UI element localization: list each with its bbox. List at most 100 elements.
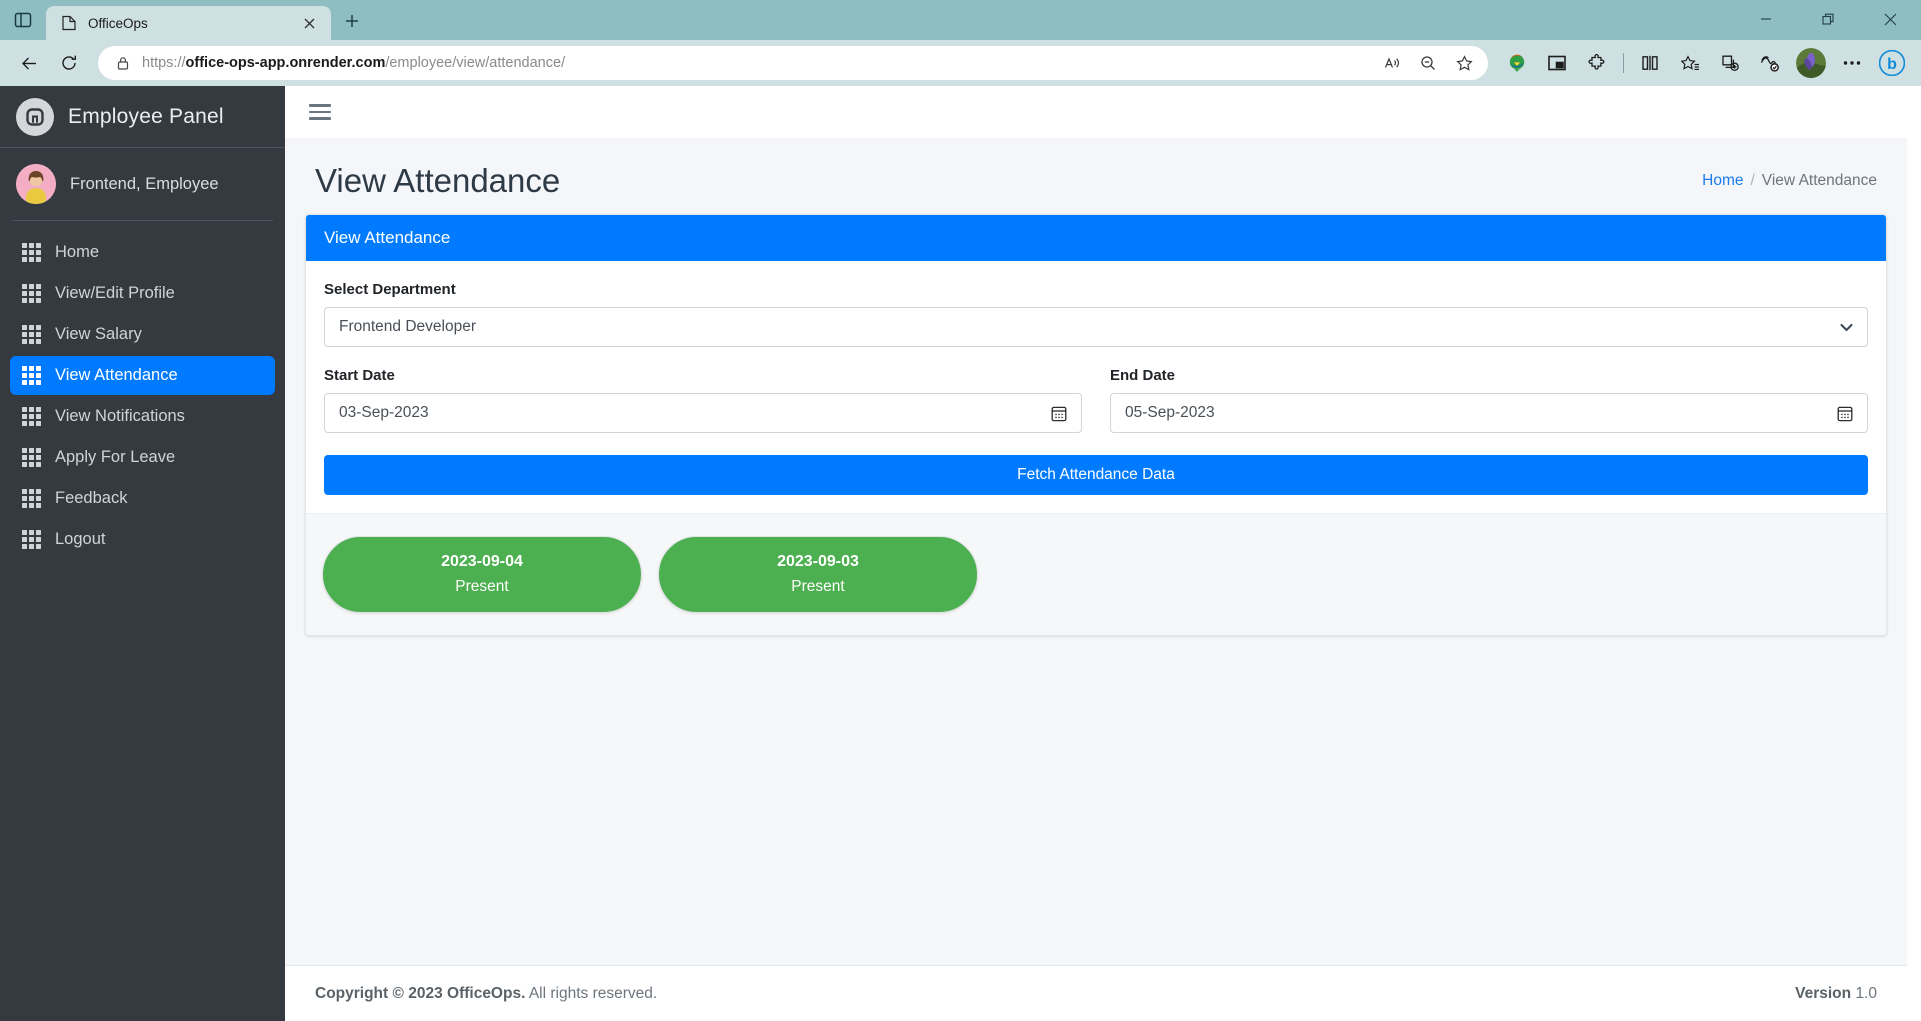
grid-icon xyxy=(22,284,41,303)
date-row: Start Date 03-Sep-2023 End Date 05-Sep-2… xyxy=(324,367,1868,433)
svg-text:b: b xyxy=(1887,56,1897,73)
zoom-out-icon[interactable] xyxy=(1410,48,1446,78)
department-select[interactable]: Frontend Developer xyxy=(324,307,1868,347)
breadcrumb: Home / View Attendance xyxy=(1702,172,1877,190)
attendance-record[interactable]: 2023-09-03 Present xyxy=(658,536,978,613)
reload-icon[interactable] xyxy=(50,46,88,80)
lock-icon xyxy=(112,56,134,70)
read-aloud-icon[interactable] xyxy=(1374,48,1410,78)
breadcrumb-separator: / xyxy=(1750,172,1755,189)
close-icon[interactable] xyxy=(297,11,321,35)
breadcrumb-home-link[interactable]: Home xyxy=(1702,172,1743,190)
end-date-input[interactable]: 05-Sep-2023 xyxy=(1110,393,1868,433)
footer-version-label: Version xyxy=(1795,984,1852,1002)
grid-icon xyxy=(22,366,41,385)
collections-icon[interactable] xyxy=(1711,46,1749,80)
main-content: View Attendance Home / View Attendance V… xyxy=(285,86,1907,1021)
attendance-date: 2023-09-03 xyxy=(777,553,859,570)
sidebar-nav: Home View/Edit Profile View Salary View … xyxy=(0,221,285,571)
extensions-puzzle-icon[interactable] xyxy=(1578,46,1616,80)
sidebar-user-name: Frontend, Employee xyxy=(70,174,219,193)
grid-icon xyxy=(22,530,41,549)
more-options-icon[interactable] xyxy=(1833,46,1871,80)
browser-essentials-icon[interactable] xyxy=(1751,46,1789,80)
favorites-icon[interactable] xyxy=(1671,46,1709,80)
start-date-input[interactable]: 03-Sep-2023 xyxy=(324,393,1082,433)
sidebar-item-logout[interactable]: Logout xyxy=(10,520,275,559)
start-date-value: 03-Sep-2023 xyxy=(339,404,429,421)
attendance-date: 2023-09-04 xyxy=(441,553,523,570)
page-footer: Copyright © 2023 OfficeOps. All rights r… xyxy=(285,965,1907,1021)
attendance-status: Present xyxy=(455,578,509,595)
footer-copyright: Copyright © 2023 OfficeOps. All rights r… xyxy=(315,985,657,1003)
card-wrapper: View Attendance Select Department Fronte… xyxy=(285,214,1907,636)
sidebar-item-view-salary[interactable]: View Salary xyxy=(10,315,275,354)
copilot-icon[interactable]: b xyxy=(1873,46,1911,80)
sidebar-item-label: View/Edit Profile xyxy=(55,284,175,302)
card-title: View Attendance xyxy=(306,215,1886,261)
profile-avatar[interactable] xyxy=(1796,48,1826,78)
fetch-attendance-button[interactable]: Fetch Attendance Data xyxy=(324,455,1868,495)
sidebar-item-label: View Salary xyxy=(55,325,142,343)
sidebar-item-label: View Notifications xyxy=(55,407,185,425)
hamburger-icon[interactable] xyxy=(305,97,335,127)
footer-copyright-strong: Copyright © 2023 OfficeOps. xyxy=(315,984,526,1002)
attendance-status: Present xyxy=(791,578,845,595)
footer-copyright-rest: All rights reserved. xyxy=(528,984,658,1002)
sidebar-item-view-edit-profile[interactable]: View/Edit Profile xyxy=(10,274,275,313)
attendance-results: 2023-09-04 Present 2023-09-03 Present xyxy=(306,513,1886,635)
grid-icon xyxy=(22,407,41,426)
browser-toolbar: https://office-ops-app.onrender.com/empl… xyxy=(0,40,1921,86)
restore-icon[interactable] xyxy=(1797,0,1859,38)
idm-extension-icon[interactable] xyxy=(1498,46,1536,80)
sidebar-item-home[interactable]: Home xyxy=(10,233,275,272)
department-label: Select Department xyxy=(324,281,456,298)
picture-in-picture-icon[interactable] xyxy=(1538,46,1576,80)
split-screen-icon[interactable] xyxy=(1631,46,1669,80)
content-topbar xyxy=(285,86,1907,138)
grid-icon xyxy=(22,489,41,508)
sidebar-item-feedback[interactable]: Feedback xyxy=(10,479,275,518)
attendance-card: View Attendance Select Department Fronte… xyxy=(305,214,1887,636)
sidebar-user[interactable]: Frontend, Employee xyxy=(0,148,285,220)
minimize-icon[interactable] xyxy=(1735,0,1797,38)
footer-version: Version 1.0 xyxy=(1795,985,1877,1003)
star-icon[interactable] xyxy=(1446,48,1482,78)
page-scrollbar[interactable] xyxy=(1907,86,1921,1021)
toolbar-divider xyxy=(1623,53,1624,73)
footer-version-value: 1.0 xyxy=(1855,984,1877,1002)
grid-icon xyxy=(22,448,41,467)
sidebar-item-view-attendance[interactable]: View Attendance xyxy=(10,356,275,395)
sidebar-item-apply-for-leave[interactable]: Apply For Leave xyxy=(10,438,275,477)
sidebar-item-label: Apply For Leave xyxy=(55,448,176,466)
browser-window: OfficeOps https://office-ops-app.onrende… xyxy=(0,0,1921,1021)
omnibox-actions xyxy=(1374,48,1482,78)
grid-icon xyxy=(22,325,41,344)
url-path: /employee/view/attendance/ xyxy=(385,55,566,71)
sidebar-item-view-notifications[interactable]: View Notifications xyxy=(10,397,275,436)
sidebar-item-label: Logout xyxy=(55,530,106,548)
start-date-label: Start Date xyxy=(324,367,395,384)
document-icon xyxy=(60,14,78,32)
url-prefix: https:// xyxy=(142,55,186,71)
back-arrow-icon[interactable] xyxy=(10,46,48,80)
tab-actions-icon[interactable] xyxy=(0,0,46,40)
attendance-record[interactable]: 2023-09-04 Present xyxy=(322,536,642,613)
new-tab-button[interactable] xyxy=(335,4,369,38)
chevron-down-icon xyxy=(1840,321,1853,334)
sidebar-item-label: Home xyxy=(55,243,100,261)
calendar-icon[interactable] xyxy=(1051,405,1067,422)
close-icon[interactable] xyxy=(1859,0,1921,38)
grid-icon xyxy=(22,243,41,262)
sidebar-brand[interactable]: Employee Panel xyxy=(0,86,285,148)
sidebar: Employee Panel Frontend, Employee Home V… xyxy=(0,86,285,1021)
browser-tab[interactable]: OfficeOps xyxy=(46,6,331,40)
address-bar[interactable]: https://office-ops-app.onrender.com/empl… xyxy=(98,46,1488,80)
card-body: Select Department Frontend Developer Sta… xyxy=(306,261,1886,513)
start-date-group: Start Date 03-Sep-2023 xyxy=(324,367,1082,433)
page-header: View Attendance Home / View Attendance xyxy=(285,138,1907,214)
url-text: https://office-ops-app.onrender.com/empl… xyxy=(134,55,1374,71)
breadcrumb-current: View Attendance xyxy=(1761,172,1877,189)
web-page: Employee Panel Frontend, Employee Home V… xyxy=(0,86,1921,1021)
calendar-icon[interactable] xyxy=(1837,405,1853,422)
